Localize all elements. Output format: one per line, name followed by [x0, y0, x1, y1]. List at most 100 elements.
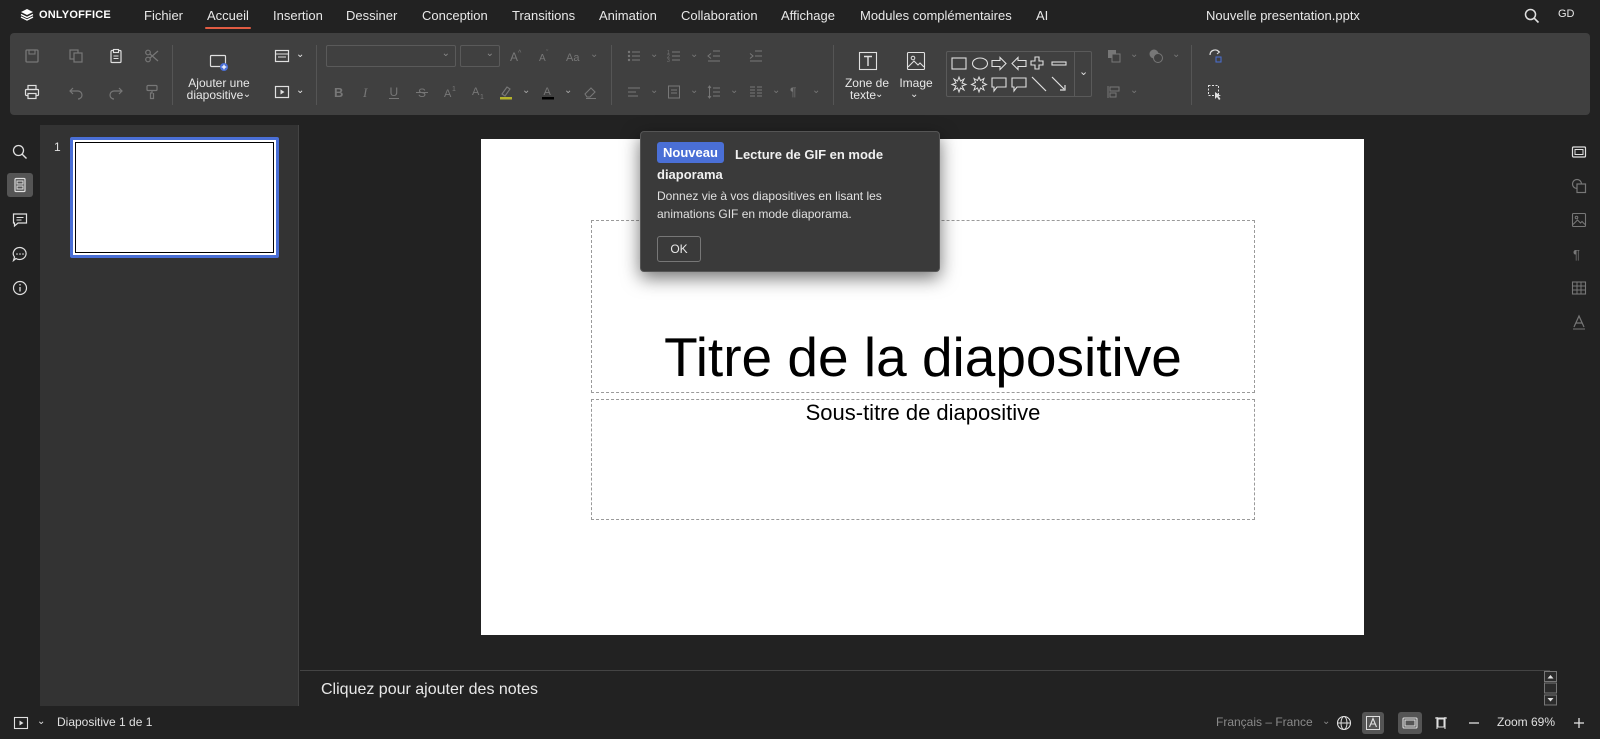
slide-layout-chevron-icon[interactable]: ⌄: [296, 49, 304, 61]
chat-icon[interactable]: [11, 245, 29, 263]
font-size-select[interactable]: ⌄: [460, 45, 500, 67]
format-painter-icon[interactable]: [142, 82, 162, 102]
slide-subtitle[interactable]: Sous-titre de diapositive: [591, 400, 1255, 426]
change-case-chevron-icon[interactable]: ⌄: [590, 49, 598, 61]
slide-layout-icon[interactable]: [272, 46, 292, 66]
align-chevron-icon[interactable]: ⌄: [650, 85, 658, 97]
zoom-in-icon[interactable]: [1570, 714, 1588, 732]
slide-title[interactable]: Titre de la diapositive: [591, 322, 1255, 392]
text-direction-chevron-icon[interactable]: ⌄: [812, 85, 820, 97]
increase-font-icon[interactable]: A ^: [506, 46, 526, 66]
arrange-chevron-icon[interactable]: ⌄: [1130, 49, 1138, 61]
text-art-settings-icon[interactable]: [1570, 313, 1588, 331]
bullets-chevron-icon[interactable]: ⌄: [650, 49, 658, 61]
numbering-chevron-icon[interactable]: ⌄: [690, 49, 698, 61]
columns-chevron-icon[interactable]: ⌄: [772, 85, 780, 97]
add-slide-label-2[interactable]: diapositive: [184, 89, 246, 101]
slide-settings-icon[interactable]: [1570, 143, 1588, 161]
decrease-indent-icon[interactable]: [704, 46, 724, 66]
image-settings-icon[interactable]: [1570, 211, 1588, 229]
notes-scrollbar[interactable]: [1544, 671, 1557, 706]
line-spacing-icon[interactable]: [704, 82, 724, 102]
save-icon[interactable]: [22, 46, 42, 66]
text-direction-icon[interactable]: ¶: [786, 82, 806, 102]
vertical-align-chevron-icon[interactable]: ⌄: [690, 85, 698, 97]
superscript-icon[interactable]: A1: [440, 82, 460, 102]
paragraph-settings-icon[interactable]: ¶: [1570, 245, 1588, 263]
numbering-icon[interactable]: 123: [664, 46, 684, 66]
print-icon[interactable]: [22, 82, 42, 102]
tab-ai[interactable]: AI: [1036, 8, 1048, 23]
arrange-icon[interactable]: [1104, 46, 1124, 66]
tab-fichier[interactable]: Fichier: [144, 8, 183, 23]
font-color-chevron-icon[interactable]: ⌄: [564, 85, 572, 97]
redo-icon[interactable]: [106, 82, 126, 102]
zoom-level[interactable]: Zoom 69%: [1497, 715, 1555, 729]
shapes-icons[interactable]: [950, 55, 1074, 95]
info-icon[interactable]: [11, 279, 29, 297]
text-box-chevron-icon[interactable]: ⌄: [875, 89, 883, 101]
user-avatar[interactable]: GD: [1558, 8, 1575, 20]
shape-settings-icon[interactable]: [1570, 177, 1588, 195]
slideshow-chevron-icon[interactable]: ⌄: [296, 85, 304, 97]
decrease-font-icon[interactable]: Aˇ: [534, 46, 554, 66]
search-icon[interactable]: [1524, 8, 1540, 24]
zoom-out-icon[interactable]: [1465, 714, 1483, 732]
image-label[interactable]: Image: [896, 77, 936, 89]
group-chevron-icon[interactable]: ⌄: [1172, 49, 1180, 61]
tab-dessiner[interactable]: Dessiner: [346, 8, 397, 23]
search-icon[interactable]: [11, 143, 29, 161]
add-slide-chevron-icon[interactable]: ⌄: [242, 89, 252, 101]
notes-placeholder[interactable]: Cliquez pour ajouter des notes: [321, 681, 538, 699]
slideshow-icon[interactable]: [12, 714, 30, 732]
group-icon[interactable]: [1146, 46, 1166, 66]
table-settings-icon[interactable]: [1570, 279, 1588, 297]
line-spacing-chevron-icon[interactable]: ⌄: [730, 85, 738, 97]
image-icon[interactable]: [904, 49, 928, 73]
ok-button[interactable]: OK: [657, 236, 701, 262]
bullets-icon[interactable]: [624, 46, 644, 66]
font-name-select[interactable]: ⌄: [326, 45, 456, 67]
underline-icon[interactable]: U: [384, 82, 404, 102]
tab-transitions[interactable]: Transitions: [512, 8, 575, 23]
tab-accueil[interactable]: Accueil: [205, 8, 251, 29]
comments-icon[interactable]: [11, 211, 29, 229]
undo-icon[interactable]: [66, 82, 86, 102]
align-left-icon[interactable]: [624, 82, 644, 102]
paste-icon[interactable]: [106, 46, 126, 66]
columns-icon[interactable]: [746, 82, 766, 102]
subscript-icon[interactable]: A1: [468, 82, 488, 102]
font-color-icon[interactable]: A: [538, 82, 558, 102]
globe-icon[interactable]: [1335, 714, 1353, 732]
spell-check-icon[interactable]: [1362, 712, 1384, 734]
tab-animation[interactable]: Animation: [599, 8, 657, 23]
tab-insertion[interactable]: Insertion: [273, 8, 323, 23]
change-case-icon[interactable]: Aa: [564, 46, 584, 66]
fit-width-icon[interactable]: [1432, 714, 1450, 732]
italic-icon[interactable]: I: [356, 82, 376, 102]
bold-icon[interactable]: B: [328, 82, 348, 102]
tab-affichage[interactable]: Affichage: [781, 8, 835, 23]
align-shapes-icon[interactable]: [1104, 82, 1124, 102]
add-slide-icon[interactable]: [207, 50, 231, 74]
select-all-icon[interactable]: [1205, 82, 1225, 102]
align-shapes-chevron-icon[interactable]: ⌄: [1130, 85, 1138, 97]
strikethrough-icon[interactable]: S: [412, 82, 432, 102]
image-chevron-icon[interactable]: ⌄: [910, 89, 918, 101]
tab-modules-complementaires[interactable]: Modules complémentaires: [860, 8, 1012, 23]
increase-indent-icon[interactable]: [746, 46, 766, 66]
start-slideshow-icon[interactable]: [272, 82, 292, 102]
tab-conception[interactable]: Conception: [422, 8, 488, 23]
text-box-icon[interactable]: [856, 49, 880, 73]
shapes-more-button[interactable]: ⌄: [1074, 51, 1092, 97]
language-selector[interactable]: Français – France: [1216, 715, 1313, 729]
tab-collaboration[interactable]: Collaboration: [681, 8, 758, 23]
highlight-color-icon[interactable]: [496, 82, 516, 102]
vertical-align-icon[interactable]: [664, 82, 684, 102]
replace-icon[interactable]: [1205, 46, 1225, 66]
fit-slide-icon[interactable]: [1398, 712, 1422, 734]
slides-thumbnails-icon[interactable]: [7, 173, 33, 197]
copy-icon[interactable]: [66, 46, 86, 66]
clear-style-icon[interactable]: [580, 82, 600, 102]
highlight-chevron-icon[interactable]: ⌄: [522, 85, 530, 97]
